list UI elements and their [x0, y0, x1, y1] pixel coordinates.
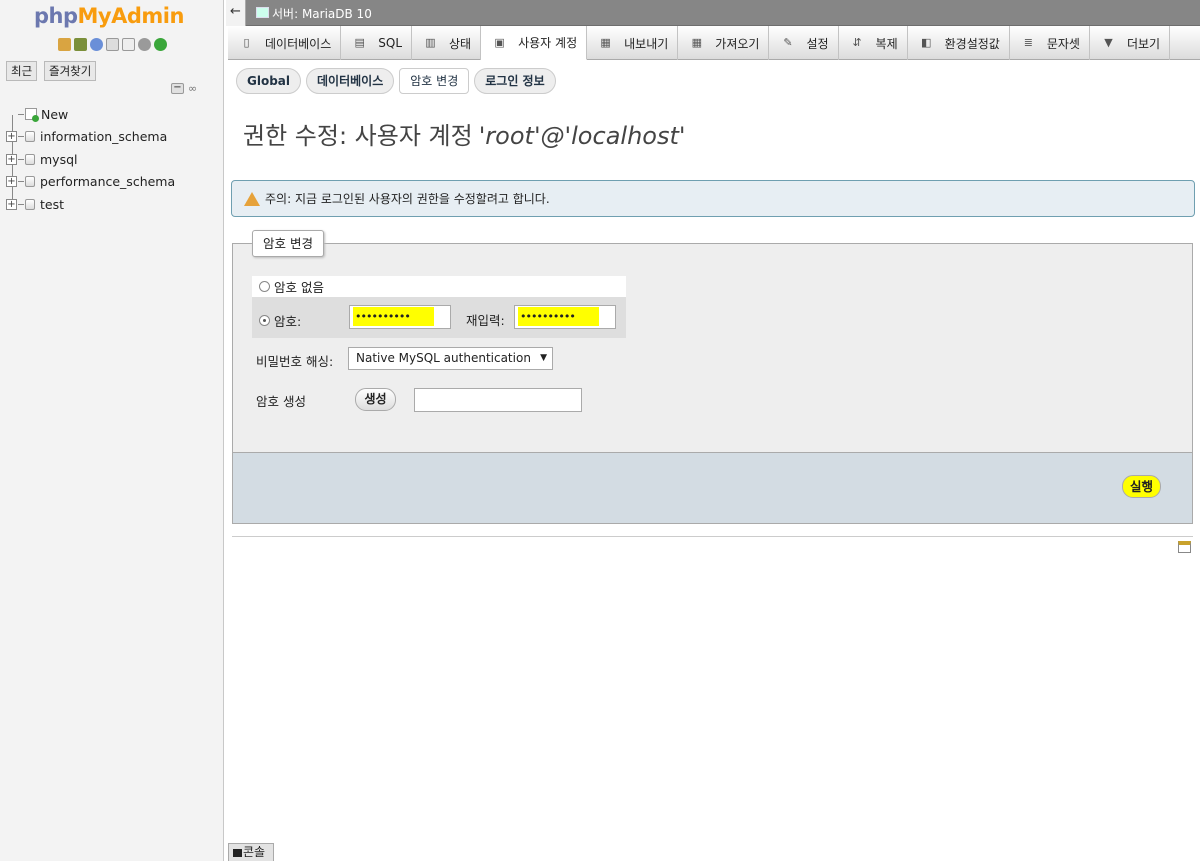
retype-password-input[interactable]: ••••••••••	[514, 305, 616, 329]
subtab-database[interactable]: 데이터베이스	[306, 68, 395, 94]
tab-replication[interactable]: ⇵ 복제	[839, 26, 908, 60]
tree-item-new[interactable]: New	[6, 103, 175, 126]
export-icon: ▦	[600, 36, 611, 49]
expand-plus-icon[interactable]: +	[6, 176, 17, 188]
password-radio-wrap[interactable]: 암호:	[259, 311, 301, 330]
collapse-nav-arrow-icon[interactable]: ←	[226, 0, 246, 26]
collapse-all-icon[interactable]: −	[171, 83, 184, 94]
password-input[interactable]: ••••••••••	[349, 305, 451, 329]
tree-item-test[interactable]: + test	[6, 193, 175, 216]
favorite-tables-button[interactable]: 즐겨찾기	[44, 61, 97, 81]
no-password-radio[interactable]	[259, 281, 270, 292]
database-icon	[25, 198, 35, 210]
replication-icon: ⇵	[852, 36, 862, 49]
logout-icon[interactable]	[74, 38, 87, 51]
tab-settings[interactable]: ✎ 설정	[769, 26, 839, 60]
tree-item-performance-schema[interactable]: + performance_schema	[6, 171, 175, 194]
sql-icon: ▤	[354, 36, 365, 49]
subtab-login-information[interactable]: 로그인 정보	[474, 68, 556, 94]
expand-plus-icon[interactable]: +	[6, 198, 17, 210]
tree-item-label[interactable]: New	[41, 107, 68, 122]
tree-item-label[interactable]: mysql	[40, 152, 78, 167]
tab-databases[interactable]: ▯ 데이터베이스	[228, 26, 342, 60]
status-chart-icon: ▥	[425, 36, 436, 49]
generated-password-field[interactable]	[414, 388, 582, 412]
tab-export[interactable]: ▦ 내보내기	[587, 26, 679, 60]
variables-icon: ◧	[920, 36, 932, 49]
tree-item-label[interactable]: test	[40, 197, 64, 212]
warning-icon	[244, 191, 260, 206]
retype-value: ••••••••••	[518, 307, 599, 326]
sub-tab-bar: Global 데이터베이스 암호 변경 로그인 정보	[236, 68, 556, 94]
password-hashing-select[interactable]: Native MySQL authentication ▼	[348, 347, 553, 370]
tab-import[interactable]: ▦ 가져오기	[678, 26, 770, 60]
main-tab-bar: ▯ 데이터베이스 ▤ SQL ▥ 상태 ▣ 사용자 계정 ▦ 내보내기 ▦ 가져오기 ✎ 설정…	[228, 26, 1200, 60]
recent-tables-button[interactable]: 최근	[6, 61, 38, 81]
password-value: ••••••••••	[353, 307, 434, 326]
generate-password-label: 암호 생성	[256, 394, 306, 409]
tree-item-information-schema[interactable]: + information_schema	[6, 126, 175, 149]
tree-item-label[interactable]: information_schema	[40, 129, 167, 144]
breadcrumb-server[interactable]: 서버: MariaDB 10	[272, 5, 372, 22]
fieldset-legend: 암호 변경	[252, 230, 324, 257]
database-icon	[25, 131, 35, 143]
database-tree: New + information_schema + mysql + perfo…	[6, 103, 175, 216]
charset-icon: ≣	[1023, 36, 1033, 49]
tab-charsets[interactable]: ≣ 문자셋	[1010, 26, 1090, 60]
subtab-global[interactable]: Global	[236, 68, 302, 94]
database-icon: ▯	[243, 36, 250, 49]
home-icon[interactable]	[58, 38, 71, 51]
breadcrumb-bar: ← 서버: MariaDB 10	[226, 0, 1200, 26]
triangle-down-icon: ▼	[1104, 36, 1113, 49]
no-password-label[interactable]: 암호 없음	[274, 277, 324, 296]
wrench-icon: ✎	[783, 36, 793, 49]
tree-item-label[interactable]: performance_schema	[40, 174, 175, 189]
generate-password-button[interactable]: 생성	[355, 388, 396, 411]
page-title: 권한 수정: 사용자 계정'root'@'localhost'	[243, 122, 686, 150]
no-password-row[interactable]: 암호 없음	[252, 276, 626, 297]
phpmyadmin-logo[interactable]: phpMyAdmin	[34, 4, 184, 28]
docs-icon[interactable]	[106, 38, 119, 51]
notice-text: 주의: 지금 로그인된 사용자의 권한을 수정할려고 합니다.	[265, 192, 550, 206]
reload-icon[interactable]	[154, 38, 167, 51]
password-row: 암호: •••••••••• 재입력: ••••••••••	[252, 297, 626, 338]
password-hashing-label: 비밀번호 해싱:	[256, 354, 334, 369]
expand-plus-icon[interactable]: +	[6, 153, 17, 165]
tab-more[interactable]: ▼ 더보기	[1090, 26, 1171, 60]
nav-icon-bar	[58, 38, 167, 51]
gear-icon[interactable]	[138, 38, 151, 51]
password-radio[interactable]	[259, 315, 270, 326]
new-database-icon	[25, 108, 39, 123]
password-label[interactable]: 암호:	[274, 311, 301, 330]
server-icon	[256, 7, 269, 18]
page-settings-icon[interactable]	[1178, 541, 1191, 553]
user-accounts-icon: ▣	[494, 35, 505, 49]
subtab-change-password[interactable]: 암호 변경	[399, 68, 470, 94]
tab-variables[interactable]: ◧ 환경설정값	[908, 26, 1010, 60]
page-title-user: 'root'@'localhost'	[478, 122, 686, 150]
database-icon	[25, 176, 35, 188]
help-icon[interactable]	[90, 38, 103, 51]
import-icon: ▦	[691, 36, 702, 49]
expand-plus-icon[interactable]: +	[6, 131, 17, 143]
tab-user-accounts[interactable]: ▣ 사용자 계정	[481, 26, 588, 60]
tab-status[interactable]: ▥ 상태	[412, 26, 482, 60]
divider	[232, 536, 1193, 537]
dropdown-arrow-icon: ▼	[540, 353, 547, 363]
hashing-selected-value: Native MySQL authentication	[356, 351, 531, 365]
go-button[interactable]: 실행	[1122, 475, 1161, 498]
console-toggle[interactable]: 콘솔	[228, 843, 274, 861]
link-with-main-icon[interactable]: ∞	[188, 83, 202, 94]
database-icon	[25, 153, 35, 165]
console-icon	[233, 849, 242, 857]
console-label: 콘솔	[243, 845, 266, 859]
notice-message: 주의: 지금 로그인된 사용자의 권한을 수정할려고 합니다.	[231, 180, 1195, 217]
sql-docs-icon[interactable]	[122, 38, 135, 51]
tree-item-mysql[interactable]: + mysql	[6, 148, 175, 171]
tab-sql[interactable]: ▤ SQL	[341, 26, 412, 60]
navigation-panel: phpMyAdmin 최근 즐겨찾기 − ∞ New + information…	[0, 0, 224, 861]
retype-label: 재입력:	[466, 313, 505, 328]
form-footer	[232, 452, 1193, 524]
